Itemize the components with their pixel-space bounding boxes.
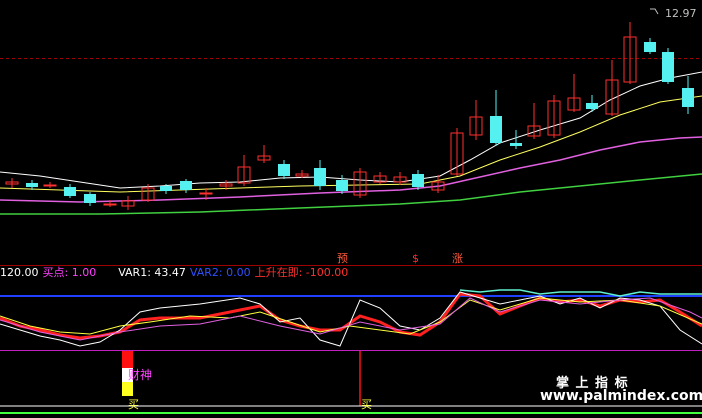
- candle-body: [103, 203, 117, 206]
- oscillator-white-line: [0, 291, 702, 347]
- watermark-url: www.palmindex.com: [540, 388, 702, 404]
- signal-pre: 预: [337, 252, 348, 265]
- high-price-label: 12.97: [665, 7, 697, 20]
- candle-body: [490, 116, 502, 143]
- moving-averages: [0, 71, 702, 215]
- candle-body: [180, 181, 192, 190]
- indicator-var1: VAR1: 43.47: [118, 266, 186, 279]
- indicator-rising: 上升在即: -100.00: [254, 266, 349, 279]
- candle-body: [412, 174, 424, 187]
- ma10-line: [0, 95, 702, 193]
- candle-body: [644, 42, 656, 52]
- buy-marker-2: 买: [361, 398, 372, 411]
- candlesticks: [5, 22, 694, 210]
- god-of-wealth-label: 财神: [128, 368, 153, 382]
- god-bar-red: [122, 351, 133, 368]
- indicator-var2: VAR2: 0.00: [189, 266, 251, 279]
- chart-canvas: [0, 8, 702, 414]
- candle-body: [84, 194, 96, 203]
- candle-body: [336, 180, 348, 191]
- candle-body: [278, 164, 290, 176]
- candle-body: [510, 143, 522, 146]
- candle-body: [199, 192, 213, 195]
- ma5-line: [0, 71, 702, 189]
- candle-body: [26, 183, 38, 187]
- oscillator-red-line: [0, 292, 702, 340]
- buy-marker-1: 买: [128, 398, 139, 411]
- high-marker-arrow: [650, 8, 659, 15]
- candle-body: [43, 184, 57, 187]
- candle-body: [682, 88, 694, 107]
- signal-rise: 涨: [452, 252, 463, 265]
- god-bar-yellow: [122, 382, 133, 396]
- ma20-line: [0, 136, 702, 203]
- indicator-header: 120.00 买点: 1.00 VAR1: 43.47 VAR2: 0.00 上…: [0, 266, 348, 280]
- oscillator-lines: [0, 289, 702, 347]
- candle-body: [64, 187, 76, 196]
- candle-body: [586, 103, 598, 109]
- candle-body: [662, 52, 674, 82]
- signal-dollar: $: [412, 252, 419, 265]
- indicator-buy-point: 买点: 1.00: [42, 266, 97, 279]
- candle-body: [160, 186, 172, 191]
- indicator-level: 120.00: [0, 266, 39, 279]
- candle-body: [314, 168, 326, 186]
- oscillator-yellow-line: [0, 297, 702, 335]
- ma60-line: [0, 173, 702, 215]
